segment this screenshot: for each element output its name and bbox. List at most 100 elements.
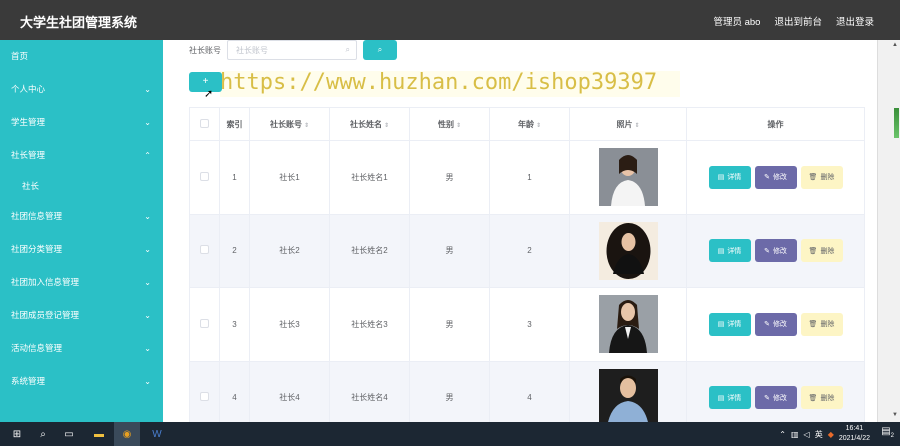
sort-icon[interactable]: ⇕ bbox=[384, 123, 389, 129]
clock[interactable]: 16:41 2021/4/22 bbox=[839, 424, 870, 444]
trash-icon: 🗑 bbox=[808, 394, 818, 402]
sidebar-item-club-info[interactable]: 社团信息管理 ⌄ bbox=[0, 200, 163, 233]
task-view-icon[interactable]: ▭ bbox=[56, 422, 82, 446]
system-tray: ⌃ ▥ ◁ 英 ◆ 16:41 2021/4/22 bbox=[779, 424, 870, 444]
search-icon[interactable]: ⌕ bbox=[30, 422, 56, 446]
sidebar-item-presidents[interactable]: 社长管理 ⌃ bbox=[0, 139, 163, 172]
chevron-down-icon: ⌄ bbox=[144, 344, 151, 353]
button-label: 删除 bbox=[820, 394, 835, 402]
detail-button[interactable]: ▤ 详情 bbox=[708, 239, 751, 263]
sidebar-item-students[interactable]: 学生管理 ⌄ bbox=[0, 106, 163, 139]
header-gender[interactable]: 性别 ⇕ bbox=[409, 107, 490, 141]
header-label: 操作 bbox=[767, 119, 784, 129]
chevron-down-icon: ⌄ bbox=[144, 311, 151, 320]
delete-button[interactable]: 🗑 删除 bbox=[800, 386, 843, 410]
edit-button[interactable]: ✎ 修改 bbox=[754, 165, 797, 189]
sidebar-item-profile[interactable]: 个人中心 ⌄ bbox=[0, 73, 163, 106]
header-label: 性别 bbox=[437, 119, 454, 129]
sidebar-item-activity[interactable]: 活动信息管理 ⌄ bbox=[0, 332, 163, 365]
cell-photo bbox=[569, 287, 687, 362]
president-photo[interactable] bbox=[598, 148, 658, 207]
chrome-icon[interactable]: ◉ bbox=[114, 422, 140, 446]
word-icon[interactable]: W bbox=[144, 422, 170, 446]
button-label: 删除 bbox=[820, 321, 835, 329]
chevron-up-icon: ⌃ bbox=[144, 151, 151, 160]
scroll-up-arrow-icon[interactable]: ▲ bbox=[892, 42, 898, 48]
delete-button[interactable]: 🗑 删除 bbox=[800, 239, 843, 263]
detail-button[interactable]: ▤ 详情 bbox=[708, 165, 751, 189]
notification-icon[interactable]: ▤2 bbox=[881, 426, 894, 439]
logout-link[interactable]: 退出登录 bbox=[836, 14, 874, 28]
cell-gender: 男 bbox=[409, 287, 490, 362]
sidebar-item-label: 学生管理 bbox=[11, 117, 46, 127]
header-photo[interactable]: 照片 ⇕ bbox=[569, 107, 687, 141]
header-index: 索引 bbox=[219, 107, 250, 141]
search-field[interactable]: ⌕ bbox=[227, 40, 357, 60]
search-input[interactable] bbox=[228, 41, 356, 59]
antivirus-icon[interactable]: ◆ bbox=[828, 430, 834, 439]
delete-button[interactable]: 🗑 删除 bbox=[800, 165, 843, 189]
president-photo[interactable] bbox=[598, 368, 658, 422]
back-to-front-link[interactable]: 退出到前台 bbox=[774, 14, 822, 28]
sidebar-item-label: 社团信息管理 bbox=[11, 211, 63, 221]
cell-index: 3 bbox=[219, 287, 250, 362]
sidebar-item-system[interactable]: 系统管理 ⌄ bbox=[0, 365, 163, 398]
windows-start-icon[interactable]: ⊞ bbox=[4, 422, 30, 446]
sidebar-subitem-president[interactable]: 社长 bbox=[0, 172, 163, 200]
pencil-icon: ✎ bbox=[764, 174, 770, 182]
sort-icon[interactable]: ⇕ bbox=[634, 123, 639, 129]
header-label: 索引 bbox=[226, 119, 243, 129]
cell-actions: ▤ 详情 ✎ 修改 🗑 删除 bbox=[686, 140, 865, 215]
search-bar: 社长账号 ⌕ ⌕ bbox=[189, 40, 397, 60]
edit-button[interactable]: ✎ 修改 bbox=[754, 386, 797, 410]
edit-button[interactable]: ✎ 修改 bbox=[754, 239, 797, 263]
row-checkbox[interactable] bbox=[200, 245, 209, 255]
edit-button[interactable]: ✎ 修改 bbox=[754, 312, 797, 336]
document-icon: ▤ bbox=[717, 247, 725, 255]
volume-icon[interactable]: ◁ bbox=[804, 430, 810, 439]
row-checkbox[interactable] bbox=[200, 392, 209, 402]
president-photo[interactable] bbox=[598, 221, 658, 280]
button-label: 修改 bbox=[772, 394, 787, 402]
admin-label[interactable]: 管理员 abo bbox=[713, 14, 760, 28]
sidebar-item-member-register[interactable]: 社团成员登记管理 ⌄ bbox=[0, 299, 163, 332]
header-account[interactable]: 社长账号 ⇕ bbox=[249, 107, 330, 141]
ime-indicator[interactable]: 英 bbox=[815, 429, 823, 440]
detail-button[interactable]: ▤ 详情 bbox=[708, 386, 751, 410]
delete-button[interactable]: 🗑 删除 bbox=[800, 312, 843, 336]
row-checkbox[interactable] bbox=[200, 318, 209, 328]
app-title: 大学生社团管理系统 bbox=[20, 15, 138, 30]
detail-button[interactable]: ▤ 详情 bbox=[708, 312, 751, 336]
select-all-checkbox[interactable] bbox=[200, 118, 209, 128]
sidebar-item-label: 社长 bbox=[22, 181, 40, 191]
sort-icon[interactable]: ⇕ bbox=[536, 123, 541, 129]
sidebar-item-club-join[interactable]: 社团加入信息管理 ⌄ bbox=[0, 266, 163, 299]
row-checkbox[interactable] bbox=[200, 171, 209, 181]
network-icon[interactable]: ▥ bbox=[791, 430, 799, 439]
file-explorer-icon[interactable]: ▬ bbox=[86, 422, 112, 446]
header-age[interactable]: 年龄 ⇕ bbox=[489, 107, 570, 141]
table-row: 2 社长2 社长姓名2 男 2 ▤ 详情 ✎ 修改 🗑 删除 bbox=[189, 213, 865, 288]
trash-icon: 🗑 bbox=[808, 247, 818, 255]
header-checkbox-cell[interactable] bbox=[189, 107, 220, 141]
president-photo[interactable] bbox=[598, 295, 658, 354]
chevron-down-icon: ⌄ bbox=[144, 118, 151, 127]
header-name[interactable]: 社长姓名 ⇕ bbox=[329, 107, 410, 141]
sort-icon[interactable]: ⇕ bbox=[456, 123, 461, 129]
clock-time: 16:41 bbox=[845, 425, 864, 432]
scrollbar-thumb[interactable] bbox=[894, 108, 899, 138]
search-button[interactable]: ⌕ bbox=[363, 40, 397, 60]
table-row: 1 社长1 社长姓名1 男 1 ▤ 详情 ✎ 修改 🗑 删除 bbox=[189, 140, 865, 215]
chevron-up-icon[interactable]: ⌃ bbox=[779, 430, 786, 439]
cell-account: 社长1 bbox=[249, 140, 330, 215]
document-icon: ▤ bbox=[717, 321, 725, 329]
scroll-down-arrow-icon[interactable]: ▼ bbox=[892, 412, 898, 418]
sidebar-item-club-category[interactable]: 社团分类管理 ⌄ bbox=[0, 233, 163, 266]
sort-icon[interactable]: ⇕ bbox=[304, 123, 309, 129]
sidebar-item-label: 活动信息管理 bbox=[11, 343, 63, 353]
page-scrollbar[interactable]: ▲ ▼ bbox=[877, 40, 900, 422]
cell-name: 社长姓名2 bbox=[329, 213, 410, 288]
sidebar-item-home[interactable]: 首页 bbox=[0, 40, 163, 73]
trash-icon: 🗑 bbox=[808, 321, 818, 329]
chevron-down-icon: ⌄ bbox=[144, 278, 151, 287]
